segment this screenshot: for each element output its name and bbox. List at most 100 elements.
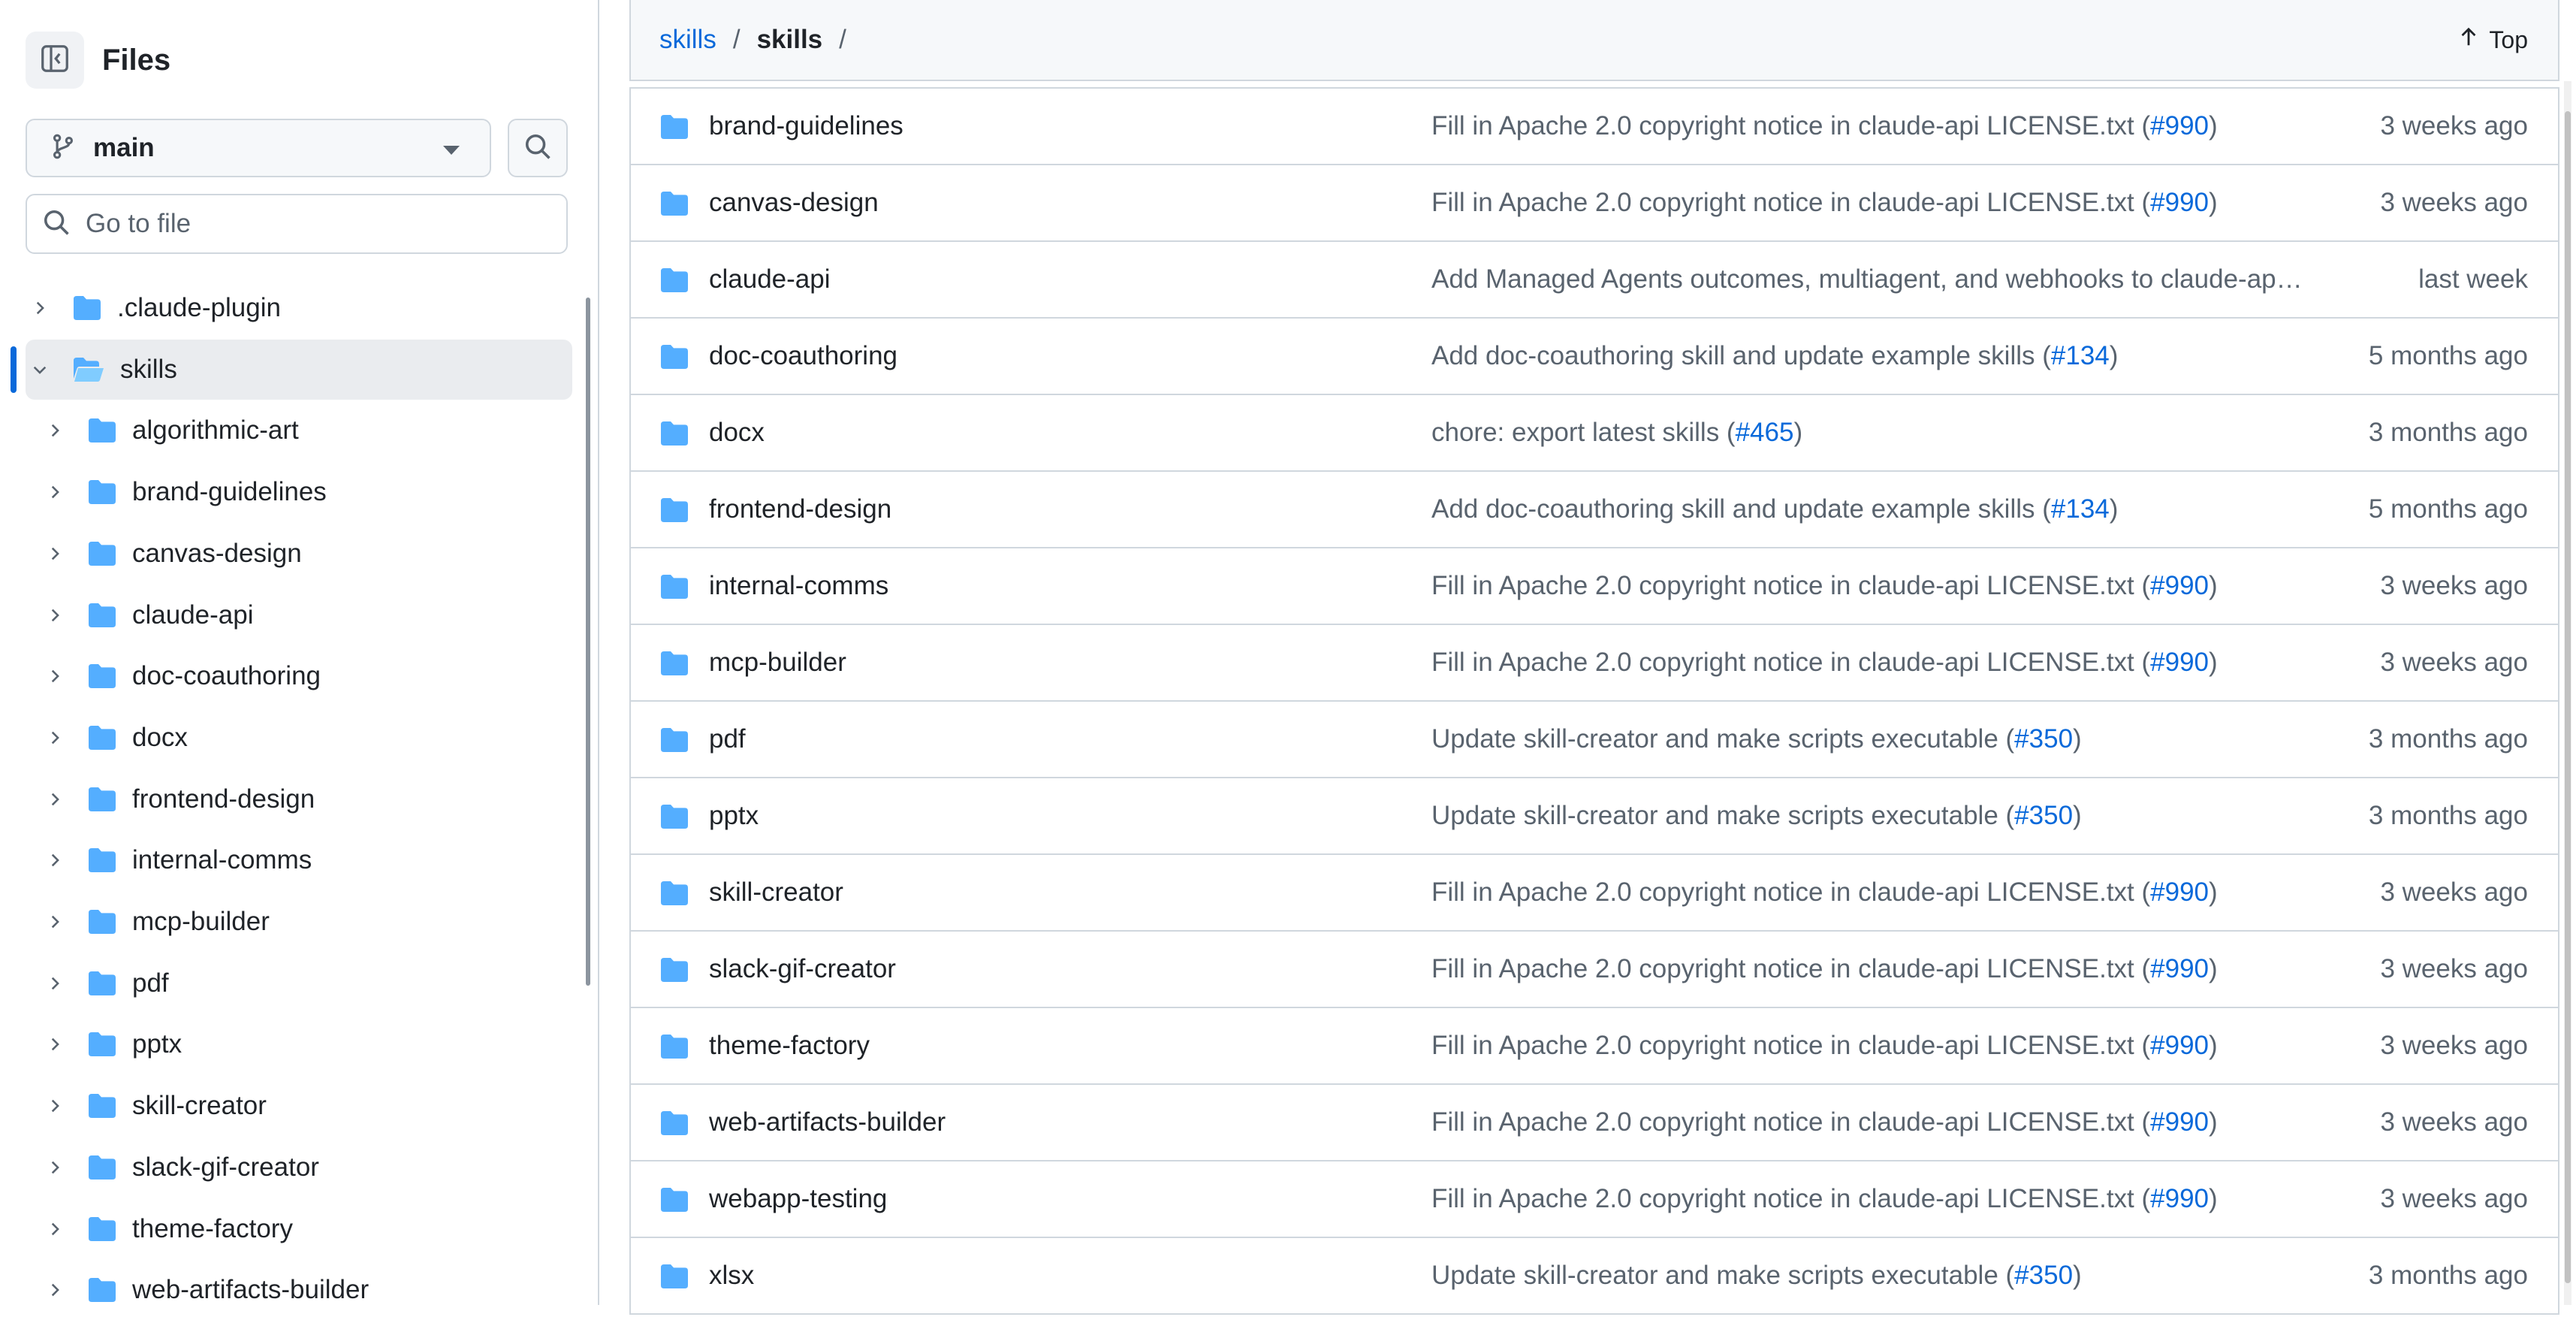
back-to-top-button[interactable]: Top — [2457, 26, 2528, 54]
tree-item-slack-gif-creator[interactable]: slack-gif-creator — [0, 1137, 586, 1198]
table-row[interactable]: doc-coauthoring Add doc-coauthoring skill… — [631, 319, 2558, 395]
pull-request-link[interactable]: #134 — [2051, 494, 2110, 524]
commit-message-link[interactable]: Fill in Apache 2.0 copyright notice in c… — [1431, 648, 2318, 678]
tree-item-canvas-design[interactable]: canvas-design — [0, 524, 586, 584]
file-name-link[interactable]: doc-coauthoring — [709, 341, 897, 371]
tree-item-docx[interactable]: docx — [0, 708, 586, 768]
tree-item-skill-creator[interactable]: skill-creator — [0, 1076, 586, 1136]
pull-request-link[interactable]: #990 — [2150, 1184, 2209, 1213]
file-name-link[interactable]: mcp-builder — [709, 648, 846, 678]
table-row[interactable]: skill-creator Fill in Apache 2.0 copyrigh… — [631, 855, 2558, 932]
pull-request-link[interactable]: #990 — [2150, 648, 2209, 677]
table-row[interactable]: pptx Update skill-creator and make script… — [631, 778, 2558, 855]
pull-request-link[interactable]: #350 — [2014, 801, 2073, 830]
file-name-link[interactable]: brand-guidelines — [709, 111, 903, 141]
chevron-right-icon[interactable] — [44, 1095, 66, 1117]
commit-message-link[interactable]: Add doc-coauthoring skill and update exa… — [1431, 341, 2318, 371]
file-name-link[interactable]: slack-gif-creator — [709, 954, 896, 984]
commit-message-link[interactable]: Update skill-creator and make scripts ex… — [1431, 801, 2318, 831]
chevron-right-icon[interactable] — [44, 849, 66, 871]
tree-item-mcp-builder[interactable]: mcp-builder — [0, 892, 586, 952]
tree-item-doc-coauthoring[interactable]: doc-coauthoring — [0, 646, 586, 706]
pull-request-link[interactable]: #990 — [2150, 877, 2209, 907]
table-row[interactable]: xlsx Update skill-creator and make script… — [631, 1238, 2558, 1315]
pull-request-link[interactable]: #350 — [2014, 1261, 2073, 1290]
file-name-link[interactable]: internal-comms — [709, 571, 888, 601]
search-code-button[interactable] — [508, 119, 568, 177]
table-row[interactable]: docx chore: export latest skills (#465) 3 … — [631, 395, 2558, 472]
table-row[interactable]: mcp-builder Fill in Apache 2.0 copyright … — [631, 625, 2558, 702]
commit-message-link[interactable]: Fill in Apache 2.0 copyright notice in c… — [1431, 877, 2318, 908]
commit-message-link[interactable]: chore: export latest skills (#465) — [1431, 418, 2318, 448]
table-row[interactable]: webapp-testing Fill in Apache 2.0 copyrig… — [631, 1161, 2558, 1238]
chevron-right-icon[interactable] — [44, 1156, 66, 1179]
file-name-link[interactable]: skill-creator — [709, 877, 843, 908]
tree-item-theme-factory[interactable]: theme-factory — [0, 1199, 586, 1259]
pull-request-link[interactable]: #990 — [2150, 1107, 2209, 1137]
file-name-link[interactable]: claude-api — [709, 264, 831, 295]
chevron-right-icon[interactable] — [44, 1279, 66, 1301]
pull-request-link[interactable]: #465 — [1736, 418, 1794, 447]
chevron-right-icon[interactable] — [44, 542, 66, 565]
file-name-link[interactable]: frontend-design — [709, 494, 891, 524]
chevron-right-icon[interactable] — [44, 481, 66, 503]
file-name-link[interactable]: canvas-design — [709, 188, 879, 218]
commit-message-link[interactable]: Fill in Apache 2.0 copyright notice in c… — [1431, 1031, 2318, 1061]
tree-item-claude-api[interactable]: claude-api — [0, 585, 586, 645]
pull-request-link[interactable]: #134 — [2051, 341, 2110, 370]
file-name-link[interactable]: pdf — [709, 724, 746, 754]
table-row[interactable]: claude-api Add Managed Agents outcomes, m… — [631, 242, 2558, 319]
commit-message-link[interactable]: Fill in Apache 2.0 copyright notice in c… — [1431, 571, 2318, 601]
chevron-right-icon[interactable] — [29, 297, 51, 319]
table-row[interactable]: frontend-design Add doc-coauthoring skill… — [631, 472, 2558, 548]
table-row[interactable]: brand-guidelines Fill in Apache 2.0 copyr… — [631, 89, 2558, 165]
go-to-file-field[interactable] — [26, 194, 568, 254]
commit-message-link[interactable]: Fill in Apache 2.0 copyright notice in c… — [1431, 1107, 2318, 1137]
chevron-right-icon[interactable] — [44, 788, 66, 811]
chevron-down-icon[interactable] — [29, 358, 51, 381]
commit-message-link[interactable]: Update skill-creator and make scripts ex… — [1431, 724, 2318, 754]
chevron-right-icon[interactable] — [44, 726, 66, 749]
table-row[interactable]: slack-gif-creator Fill in Apache 2.0 copy… — [631, 932, 2558, 1008]
pull-request-link[interactable]: #350 — [2014, 724, 2073, 754]
tree-item-claude-plugin[interactable]: .claude-plugin — [0, 278, 586, 338]
chevron-right-icon[interactable] — [44, 665, 66, 687]
file-name-link[interactable]: webapp-testing — [709, 1184, 887, 1214]
file-name-link[interactable]: web-artifacts-builder — [709, 1107, 946, 1137]
file-name-link[interactable]: theme-factory — [709, 1031, 870, 1061]
tree-item-frontend-design[interactable]: frontend-design — [0, 769, 586, 829]
branch-selector-button[interactable]: main — [26, 119, 491, 177]
commit-message-link[interactable]: Add doc-coauthoring skill and update exa… — [1431, 494, 2318, 524]
go-to-file-input[interactable] — [84, 208, 538, 240]
table-row[interactable]: pdf Update skill-creator and make scripts… — [631, 702, 2558, 778]
page-scrollbar[interactable] — [2564, 81, 2571, 1305]
table-row[interactable]: theme-factory Fill in Apache 2.0 copyrigh… — [631, 1008, 2558, 1085]
file-name-link[interactable]: pptx — [709, 801, 759, 831]
commit-message-link[interactable]: Fill in Apache 2.0 copyright notice in c… — [1431, 111, 2318, 141]
commit-message-link[interactable]: Add Managed Agents outcomes, multiagent,… — [1431, 264, 2318, 295]
page-scrollbar-thumb[interactable] — [2565, 111, 2571, 1283]
table-row[interactable]: web-artifacts-builder Fill in Apache 2.0 … — [631, 1085, 2558, 1161]
pull-request-link[interactable]: #990 — [2150, 1031, 2209, 1060]
table-row[interactable]: internal-comms Fill in Apache 2.0 copyrig… — [631, 548, 2558, 625]
pull-request-link[interactable]: #990 — [2150, 571, 2209, 600]
tree-item-brand-guidelines[interactable]: brand-guidelines — [0, 462, 586, 522]
commit-message-link[interactable]: Fill in Apache 2.0 copyright notice in c… — [1431, 188, 2318, 218]
file-name-link[interactable]: xlsx — [709, 1261, 754, 1291]
pull-request-link[interactable]: #990 — [2150, 188, 2209, 217]
tree-item-skills[interactable]: skills — [11, 339, 572, 400]
table-row[interactable]: canvas-design Fill in Apache 2.0 copyrigh… — [631, 165, 2558, 242]
chevron-right-icon[interactable] — [44, 604, 66, 627]
tree-scrollbar[interactable] — [586, 298, 590, 986]
chevron-right-icon[interactable] — [44, 1218, 66, 1240]
chevron-right-icon[interactable] — [44, 911, 66, 933]
commit-message-link[interactable]: Update skill-creator and make scripts ex… — [1431, 1261, 2318, 1291]
tree-item-algorithmic-art[interactable]: algorithmic-art — [0, 400, 586, 461]
chevron-right-icon[interactable] — [44, 419, 66, 442]
breadcrumb-root-link[interactable]: skills — [659, 25, 716, 55]
tree-item-web-artifacts-builder[interactable]: web-artifacts-builder — [0, 1260, 586, 1320]
tree-item-pdf[interactable]: pdf — [0, 953, 586, 1013]
pull-request-link[interactable]: #990 — [2150, 111, 2209, 140]
tree-item-pptx[interactable]: pptx — [0, 1014, 586, 1074]
tree-item-internal-comms[interactable]: internal-comms — [0, 830, 586, 890]
